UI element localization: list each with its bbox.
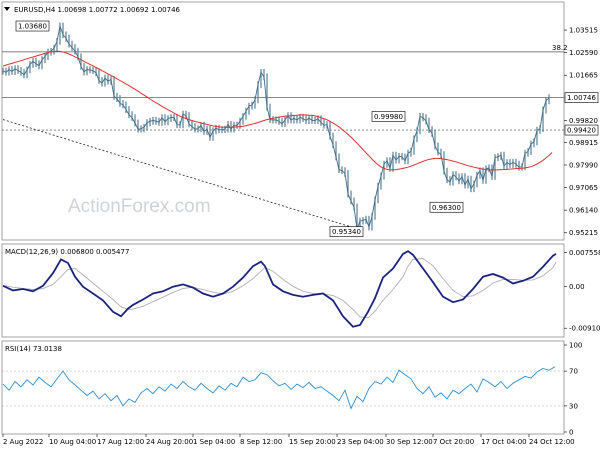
rsi-y-tick-label: 30 bbox=[569, 402, 578, 410]
rsi-y-tick-label: 70 bbox=[569, 368, 578, 376]
price-y-tick-label: 0.95215 bbox=[569, 229, 598, 237]
fib-level-label: 38.2 bbox=[552, 44, 568, 52]
price-y-tick-label: 0.96140 bbox=[569, 207, 598, 215]
macd-y-tick-label: -0.009108 bbox=[569, 325, 600, 333]
x-tick-label: 17 Oct 04:00 bbox=[481, 438, 527, 446]
x-tick-label: 15 Sep 20:00 bbox=[289, 438, 336, 446]
price-panel: ActionForex.com EURUSD,H4 1.00698 1.0077… bbox=[1, 1, 599, 241]
watermark: ActionForex.com bbox=[68, 196, 211, 217]
x-tick-label: 24 Aug 20:00 bbox=[146, 438, 193, 446]
price-annotation-label: 0.95340 bbox=[332, 228, 361, 236]
chart: ActionForex.com EURUSD,H4 1.00698 1.0077… bbox=[0, 0, 600, 450]
price-annotation-label: 0.96300 bbox=[432, 204, 461, 212]
price-y-tick-label: 0.99820 bbox=[569, 117, 598, 125]
price-y-tick-label: 0.98915 bbox=[569, 139, 598, 147]
price-tag-label: 0.99420 bbox=[567, 127, 596, 135]
rsi-y-tick-label: 0 bbox=[569, 429, 573, 437]
price-title: EURUSD,H4 1.00698 1.00772 1.00692 1.0074… bbox=[14, 6, 181, 14]
price-annotation-label: 0.99980 bbox=[374, 113, 403, 121]
x-tick-label: 30 Sep 12:00 bbox=[386, 438, 433, 446]
price-y-tick-label: 0.97065 bbox=[569, 184, 598, 192]
price-y-tick-label: 1.03515 bbox=[569, 27, 598, 35]
price-tag-label: 1.00746 bbox=[567, 94, 596, 102]
x-tick-label: 10 Aug 04:00 bbox=[49, 438, 96, 446]
x-tick-label: 24 Oct 12:00 bbox=[529, 438, 575, 446]
macd-y-tick-label: 0.00 bbox=[569, 283, 585, 291]
x-tick-label: 2 Aug 2022 bbox=[3, 438, 43, 446]
x-tick-label: 23 Sep 04:00 bbox=[337, 438, 384, 446]
price-y-tick-label: 1.01665 bbox=[569, 72, 598, 80]
x-tick-label: 8 Sep 12:00 bbox=[240, 438, 282, 446]
x-tick-label: 17 Aug 12:00 bbox=[97, 438, 144, 446]
rsi-title: RSI(14) 73.0138 bbox=[5, 345, 62, 353]
macd-panel: MACD(12,26,9) 0.006800 0.005477 0.007558… bbox=[1, 243, 600, 338]
macd-y-tick-label: 0.007558 bbox=[569, 249, 600, 257]
price-annotation-label: 1.03680 bbox=[18, 23, 47, 31]
x-tick-label: 1 Sep 04:00 bbox=[193, 438, 235, 446]
macd-title: MACD(12,26,9) 0.006800 0.005477 bbox=[5, 248, 129, 256]
x-tick-label: 7 Oct 20:00 bbox=[433, 438, 474, 446]
rsi-panel: RSI(14) 73.0138 100 70 30 0 bbox=[1, 340, 582, 437]
price-y-tick-label: 1.02590 bbox=[569, 49, 598, 57]
price-y-tick-label: 0.97990 bbox=[569, 161, 598, 169]
rsi-y-tick-label: 100 bbox=[569, 342, 582, 350]
